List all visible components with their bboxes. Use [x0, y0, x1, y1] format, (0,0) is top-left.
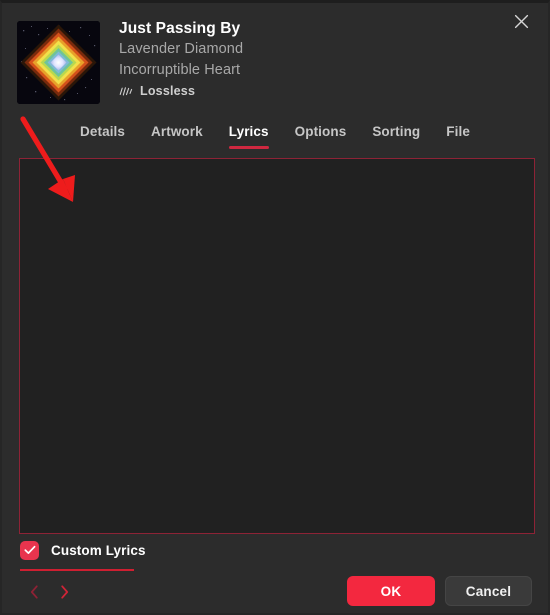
previous-button[interactable]: [19, 579, 49, 605]
custom-lyrics-checkbox[interactable]: Custom Lyrics: [20, 541, 146, 560]
track-title: Just Passing By: [119, 20, 241, 37]
track-album: Incorruptible Heart: [119, 62, 241, 78]
quality-badge: Lossless: [119, 84, 243, 98]
album-artwork[interactable]: [17, 21, 100, 104]
chevron-right-icon: [60, 585, 69, 599]
custom-lyrics-underline: [20, 569, 134, 571]
track-artist: Lavender Diamond: [119, 41, 244, 57]
tab-lyrics[interactable]: Lyrics: [216, 120, 282, 144]
tab-sorting[interactable]: Sorting: [359, 120, 433, 144]
tab-options[interactable]: Options: [282, 120, 360, 144]
cancel-button[interactable]: Cancel: [445, 576, 532, 606]
checkbox-box[interactable]: [20, 541, 39, 560]
track-metadata: Just Passing By Lavender Diamond Incorru…: [119, 18, 243, 98]
ok-button[interactable]: OK: [347, 576, 435, 606]
record-navigation: [19, 579, 79, 605]
chevron-left-icon: [30, 585, 39, 599]
dialog-actions: OK Cancel: [347, 576, 532, 606]
tab-artwork[interactable]: Artwork: [138, 120, 216, 144]
lyrics-textarea[interactable]: [19, 158, 535, 534]
tab-file[interactable]: File: [433, 120, 483, 144]
custom-lyrics-label: Custom Lyrics: [51, 543, 146, 558]
track-header: Just Passing By Lavender Diamond Incorru…: [2, 17, 548, 113]
next-button[interactable]: [49, 579, 79, 605]
lossless-waveform-icon: [119, 86, 140, 97]
quality-label: Lossless: [140, 84, 196, 98]
tab-details[interactable]: Details: [67, 120, 138, 144]
checkmark-icon: [23, 542, 36, 560]
tab-bar: Details Artwork Lyrics Options Sorting F…: [2, 120, 548, 144]
song-info-dialog: Just Passing By Lavender Diamond Incorru…: [0, 0, 550, 615]
